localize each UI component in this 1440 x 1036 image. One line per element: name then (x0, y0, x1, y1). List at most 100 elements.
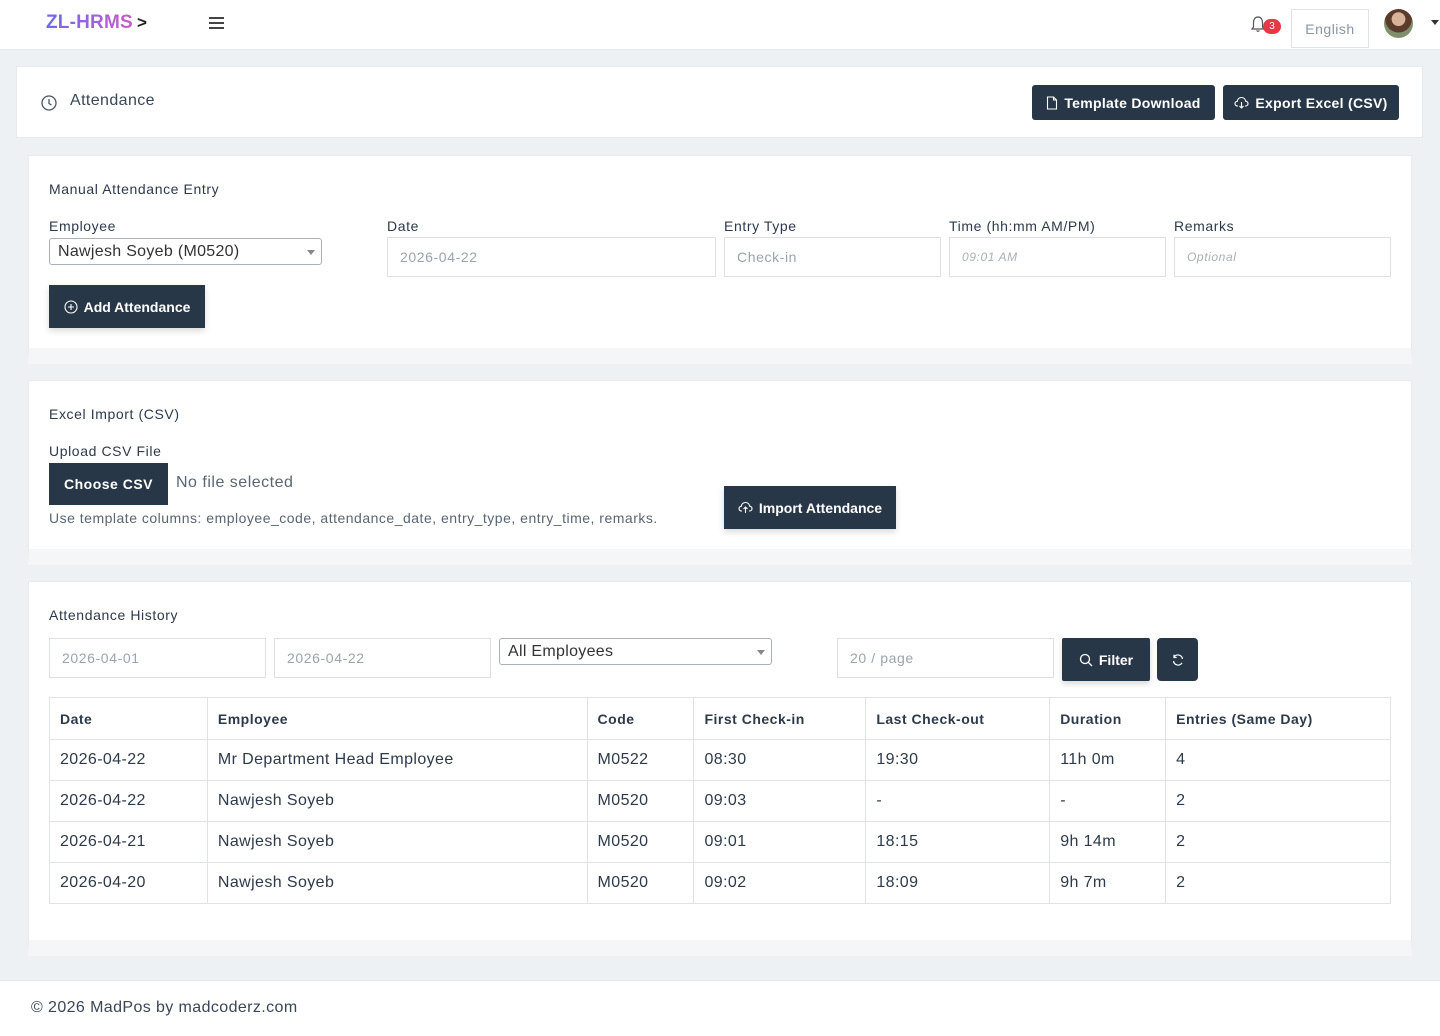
cell-duration: 9h 7m (1049, 862, 1167, 904)
filter-label: Filter (1098, 651, 1134, 668)
user-avatar[interactable] (1384, 9, 1413, 38)
attendance-history-title: Attendance History (49, 607, 179, 623)
cell-code: M0520 (586, 780, 695, 822)
excel-import-title: Excel Import (CSV) (49, 406, 180, 422)
add-attendance-button[interactable]: Add Attendance (49, 285, 205, 328)
table-row: 2026-04-20 Nawjesh Soyeb M0520 09:02 18:… (49, 862, 1391, 904)
export-csv-label: Export Excel (CSV) (1255, 94, 1388, 111)
time-input[interactable]: 09:01 AM (949, 237, 1166, 277)
page-header: Attendance Template Download Export Exce… (16, 66, 1423, 138)
plus-circle-icon (64, 299, 78, 314)
file-icon (1047, 95, 1058, 110)
date-input[interactable]: 2026-04-22 (387, 237, 716, 277)
column-header-date[interactable]: Date (49, 697, 208, 740)
cell-first-check-in: 08:30 (693, 739, 867, 781)
cell-date: 2026-04-22 (49, 739, 208, 781)
page-title: Attendance (70, 92, 155, 109)
column-header-first-check-in[interactable]: First Check-in (693, 697, 867, 740)
time-label: Time (hh:mm AM/PM) (949, 218, 1096, 234)
add-attendance-label: Add Attendance (83, 298, 191, 315)
cell-last-check-out: - (865, 780, 1051, 822)
export-csv-button[interactable]: Export Excel (CSV) (1223, 85, 1399, 120)
choose-csv-button[interactable]: Choose CSV (49, 463, 168, 505)
import-attendance-label: Import Attendance (758, 499, 883, 516)
import-attendance-button[interactable]: Import Attendance (724, 486, 896, 529)
cell-first-check-in: 09:01 (693, 821, 867, 863)
chevron-down-icon (307, 250, 315, 255)
employee-select[interactable]: Nawjesh Soyeb (M0520) (49, 238, 322, 265)
chevron-down-icon (757, 650, 765, 655)
chevron-down-icon[interactable] (1431, 20, 1439, 25)
table-row: 2026-04-21 Nawjesh Soyeb M0520 09:01 18:… (49, 821, 1391, 863)
refresh-icon (1172, 653, 1183, 666)
cell-duration: 9h 14m (1049, 821, 1167, 863)
entry-type-label: Entry Type (724, 218, 797, 234)
clock-icon (41, 95, 57, 111)
cell-date: 2026-04-21 (49, 821, 208, 863)
notification-count-badge: 3 (1263, 19, 1281, 34)
employee-label: Employee (49, 218, 117, 234)
cell-duration: 11h 0m (1049, 739, 1167, 781)
top-navbar: ZL-HRMS > 3 English (0, 0, 1440, 50)
cell-first-check-in: 09:03 (693, 780, 867, 822)
employee-filter-select[interactable]: All Employees (499, 638, 772, 665)
cell-entries: 2 (1165, 862, 1391, 904)
cell-last-check-out: 18:09 (865, 862, 1051, 904)
attendance-history-card: Attendance History 2026-04-01 2026-04-22… (28, 581, 1412, 956)
column-header-last-check-out[interactable]: Last Check-out (865, 697, 1051, 740)
cell-date: 2026-04-20 (49, 862, 208, 904)
cloud-upload-icon (738, 501, 753, 513)
cell-code: M0520 (586, 862, 695, 904)
menu-toggle-icon[interactable] (209, 17, 224, 29)
cell-code: M0520 (586, 821, 695, 863)
remarks-input[interactable]: Optional (1174, 237, 1391, 277)
page-size-select[interactable]: 20 / page (837, 638, 1054, 678)
language-selector[interactable]: English (1291, 9, 1369, 48)
cloud-download-icon (1234, 96, 1249, 109)
cell-last-check-out: 18:15 (865, 821, 1051, 863)
from-date-input[interactable]: 2026-04-01 (49, 638, 266, 678)
cell-first-check-in: 09:02 (693, 862, 867, 904)
page-footer: © 2026 MadPos by madcoderz.com (0, 980, 1440, 1036)
footer-copyright: © 2026 MadPos by madcoderz.com (31, 999, 298, 1016)
cell-last-check-out: 19:30 (865, 739, 1051, 781)
to-date-input[interactable]: 2026-04-22 (274, 638, 491, 678)
file-status-text: No file selected (176, 474, 294, 491)
brand-logo[interactable]: ZL-HRMS (46, 12, 133, 34)
column-header-employee[interactable]: Employee (206, 697, 588, 740)
brand-chevron: > (137, 13, 147, 32)
cell-employee: Nawjesh Soyeb (206, 780, 588, 822)
template-download-button[interactable]: Template Download (1032, 85, 1215, 120)
search-icon (1079, 653, 1093, 666)
upload-csv-label: Upload CSV File (49, 443, 162, 459)
cell-entries: 2 (1165, 780, 1391, 822)
column-header-code[interactable]: Code (586, 697, 695, 740)
choose-csv-label: Choose CSV (63, 476, 153, 492)
filter-button[interactable]: Filter (1062, 638, 1150, 681)
template-download-label: Template Download (1064, 94, 1201, 111)
cell-entries: 2 (1165, 821, 1391, 863)
manual-entry-card: Manual Attendance Entry Employee Nawjesh… (28, 155, 1412, 364)
date-label: Date (387, 218, 419, 234)
table-header-row: Date Employee Code First Check-in Last C… (49, 697, 1391, 740)
attendance-history-table: Date Employee Code First Check-in Last C… (49, 697, 1391, 904)
cell-duration: - (1049, 780, 1167, 822)
employee-filter-value: All Employees (508, 643, 614, 660)
cell-entries: 4 (1165, 739, 1391, 781)
reset-filter-button[interactable] (1157, 638, 1198, 681)
manual-entry-title: Manual Attendance Entry (49, 181, 220, 197)
entry-type-select[interactable]: Check-in (724, 237, 941, 277)
column-header-duration[interactable]: Duration (1049, 697, 1167, 740)
remarks-label: Remarks (1174, 218, 1235, 234)
table-row: 2026-04-22 Nawjesh Soyeb M0520 09:03 - -… (49, 780, 1391, 822)
employee-select-value: Nawjesh Soyeb (M0520) (58, 243, 240, 260)
cell-employee: Mr Department Head Employee (206, 739, 588, 781)
cell-employee: Nawjesh Soyeb (206, 821, 588, 863)
table-row: 2026-04-22 Mr Department Head Employee M… (49, 739, 1391, 781)
cell-code: M0522 (586, 739, 695, 781)
cell-date: 2026-04-22 (49, 780, 208, 822)
csv-template-hint: Use template columns: employee_code, att… (49, 510, 658, 526)
cell-employee: Nawjesh Soyeb (206, 862, 588, 904)
column-header-entries[interactable]: Entries (Same Day) (1165, 697, 1391, 740)
excel-import-card: Excel Import (CSV) Upload CSV File Choos… (28, 380, 1412, 565)
